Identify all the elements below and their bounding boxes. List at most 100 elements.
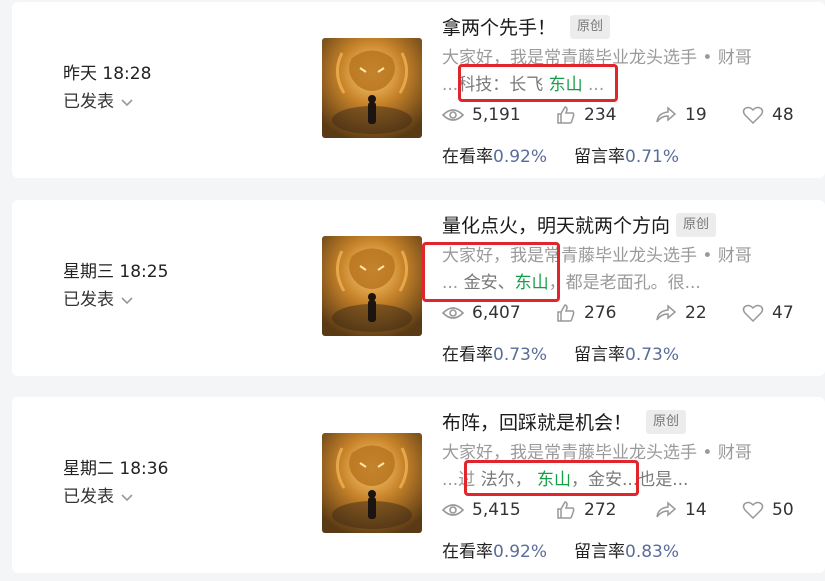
share-count: 22	[685, 303, 707, 323]
summary-suffix: ，金安...也是...	[571, 470, 689, 490]
read-rate-label: 在看率	[442, 542, 493, 562]
eye-icon	[442, 109, 464, 121]
summary-suffix: ，都是老面孔。很...	[548, 273, 701, 293]
comment-rate: 留言率0.71%	[574, 142, 679, 167]
summary-line-1: 大家好，我是常青藤毕业龙头选手 • 财哥	[442, 48, 752, 68]
summary-keyword: 东山	[548, 75, 583, 95]
title-text: 布阵，回踩就是机会！	[442, 412, 633, 434]
comment-rate: 留言率0.73%	[574, 340, 679, 365]
status-dropdown[interactable]: 已发表	[63, 288, 168, 312]
chevron-down-icon	[121, 99, 133, 107]
favorite-count: 50	[772, 500, 794, 520]
original-badge: 原创	[646, 409, 687, 434]
read-rate-label: 在看率	[442, 147, 493, 167]
status-label: 已发表	[63, 290, 114, 310]
heart-icon	[742, 106, 764, 124]
like-count: 276	[584, 303, 617, 323]
rates-row: 在看率0.73% 留言率0.73%	[442, 340, 679, 365]
thumbs-up-icon	[557, 501, 575, 519]
comment-rate-label: 留言率	[574, 147, 625, 167]
read-rate-label: 在看率	[442, 345, 493, 365]
summary-stock-names: 科技：长飞	[458, 75, 544, 95]
stats-row: 5,415 272 14 50	[442, 500, 794, 520]
summary-line-2: ...过 法尔， 东山，金安...也是...	[442, 467, 822, 494]
summary-prefix: ...	[442, 273, 459, 293]
read-rate: 在看率0.92%	[442, 537, 574, 562]
heart-icon	[742, 501, 764, 519]
post-meta: 星期二 18:36 已发表	[63, 457, 168, 509]
comment-rate-value: 0.71%	[625, 147, 680, 167]
chevron-down-icon	[121, 297, 133, 305]
share-icon	[656, 501, 677, 518]
summary-line-2: ... 金安、东山，都是老面孔。很...	[442, 270, 822, 297]
dragon-image	[322, 38, 422, 138]
article-title[interactable]: 拿两个先手！ 原创	[442, 13, 611, 40]
dragon-image	[322, 433, 422, 533]
comment-rate-label: 留言率	[574, 542, 625, 562]
summary-keyword: 东山	[537, 470, 572, 490]
title-text: 量化点火，明天就两个方向	[442, 215, 671, 237]
article-thumbnail[interactable]	[322, 236, 422, 336]
like-count: 234	[584, 105, 617, 125]
summary-suffix: ...	[582, 75, 605, 95]
read-rate-value: 0.92%	[493, 147, 548, 167]
summary-prefix: ...	[442, 75, 459, 95]
summary-stock-names: 法尔，	[480, 470, 532, 490]
post-meta: 星期三 18:25 已发表	[63, 260, 168, 312]
article-thumbnail[interactable]	[322, 38, 422, 138]
summary-keyword: 东山	[514, 273, 549, 293]
view-count: 5,415	[472, 500, 521, 520]
read-rate-value: 0.73%	[493, 345, 548, 365]
summary-line-2: ...科技：长飞 东山 ...	[442, 72, 822, 99]
publish-time: 昨天 18:28	[63, 64, 152, 84]
comment-rate-label: 留言率	[574, 345, 625, 365]
dragon-image	[322, 236, 422, 336]
summary-prefix: ...过	[442, 470, 476, 490]
original-badge: 原创	[676, 212, 717, 237]
chevron-down-icon	[121, 494, 133, 502]
status-dropdown[interactable]: 已发表	[63, 485, 168, 509]
post-card[interactable]: 星期二 18:36 已发表 布阵，回踩就是机会！ 原创 大家好，我是常青藤毕业龙…	[12, 397, 825, 573]
article-summary: 大家好，我是常青藤毕业龙头选手 • 财哥 ...科技：长飞 东山 ...	[442, 45, 822, 99]
thumbs-up-icon	[557, 106, 575, 124]
like-count: 272	[584, 500, 617, 520]
post-card[interactable]: 昨天 18:28 已发表 拿两个先手！ 原创 大家好，我是常青藤毕业龙头选手 •…	[12, 2, 825, 178]
favorite-count: 47	[772, 303, 794, 323]
rates-row: 在看率0.92% 留言率0.83%	[442, 537, 679, 562]
share-count: 19	[685, 105, 707, 125]
eye-icon	[442, 504, 464, 516]
summary-stock-names: 金安、	[463, 273, 515, 293]
read-rate-value: 0.92%	[493, 542, 548, 562]
title-text: 拿两个先手！	[442, 17, 557, 39]
share-count: 14	[685, 500, 707, 520]
summary-line-1: 大家好，我是常青藤毕业龙头选手 • 财哥	[442, 246, 752, 266]
article-title[interactable]: 布阵，回踩就是机会！ 原创	[442, 408, 687, 435]
comment-rate: 留言率0.83%	[574, 537, 679, 562]
article-thumbnail[interactable]	[322, 433, 422, 533]
rates-row: 在看率0.92% 留言率0.71%	[442, 142, 679, 167]
thumbs-up-icon	[557, 304, 575, 322]
article-summary: 大家好，我是常青藤毕业龙头选手 • 财哥 ... 金安、东山，都是老面孔。很..…	[442, 243, 822, 297]
post-card[interactable]: 星期三 18:25 已发表 量化点火，明天就两个方向 原创 大家好，我是常青藤毕…	[12, 200, 825, 376]
read-rate: 在看率0.92%	[442, 142, 574, 167]
view-count: 6,407	[472, 303, 521, 323]
status-dropdown[interactable]: 已发表	[63, 90, 151, 114]
comment-rate-value: 0.73%	[625, 345, 680, 365]
read-rate: 在看率0.73%	[442, 340, 574, 365]
publish-time: 星期二 18:36	[63, 459, 169, 479]
heart-icon	[742, 304, 764, 322]
stats-row: 6,407 276 22 47	[442, 303, 794, 323]
view-count: 5,191	[472, 105, 521, 125]
favorite-count: 48	[772, 105, 794, 125]
summary-line-1: 大家好，我是常青藤毕业龙头选手 • 财哥	[442, 443, 752, 463]
stats-row: 5,191 234 19 48	[442, 105, 794, 125]
share-icon	[656, 106, 677, 123]
article-summary: 大家好，我是常青藤毕业龙头选手 • 财哥 ...过 法尔， 东山，金安...也是…	[442, 440, 822, 494]
publish-time: 星期三 18:25	[63, 262, 169, 282]
share-icon	[656, 304, 677, 321]
original-badge: 原创	[570, 14, 611, 39]
post-meta: 昨天 18:28 已发表	[63, 62, 151, 114]
article-title[interactable]: 量化点火，明天就两个方向 原创	[442, 211, 717, 238]
status-label: 已发表	[63, 487, 114, 507]
eye-icon	[442, 307, 464, 319]
